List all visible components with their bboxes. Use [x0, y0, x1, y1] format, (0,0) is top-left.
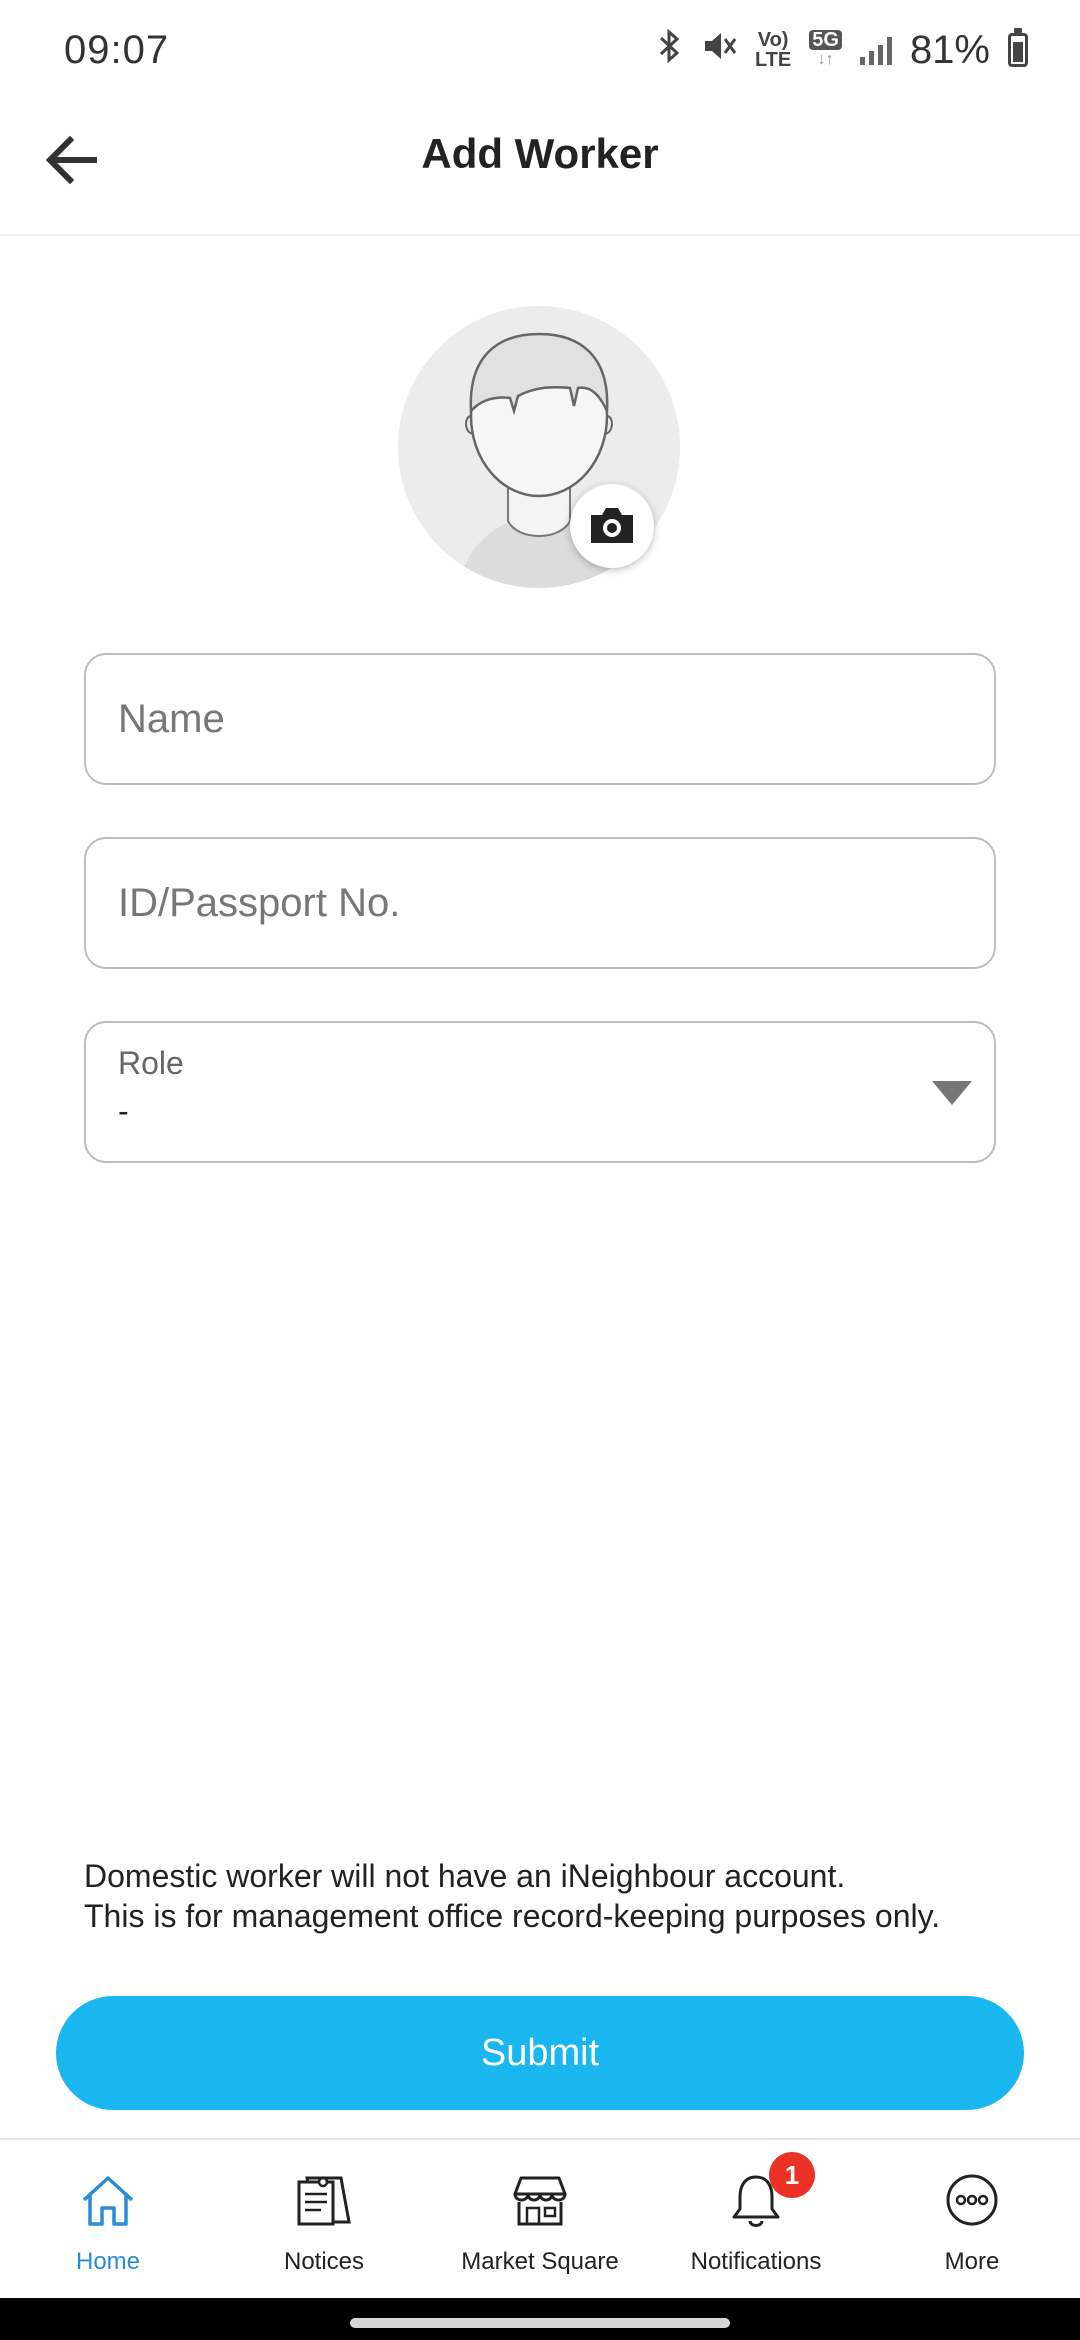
- nav-item-more[interactable]: More: [864, 2140, 1080, 2298]
- info-note-line-1: Domestic worker will not have an iNeighb…: [84, 1858, 846, 1894]
- volte-label-bottom: LTE: [754, 49, 792, 71]
- home-icon: [76, 2168, 140, 2232]
- network-5g-icon: 5G ↓↑: [809, 30, 842, 70]
- app-header: Add Worker: [0, 100, 1080, 236]
- status-time: 09:07: [64, 27, 170, 72]
- avatar-picker[interactable]: [398, 306, 680, 588]
- battery-percent: 81%: [909, 27, 990, 72]
- volte-label-top: Vo): [757, 29, 789, 51]
- battery-icon: [1008, 28, 1028, 67]
- screen: 09:07 Vo) LTE 5G ↓↑ 81% Add Worker Name …: [0, 0, 1080, 2340]
- camera-button[interactable]: [570, 484, 654, 568]
- info-note-line-2: This is for management office record-kee…: [84, 1898, 941, 1934]
- id-passport-field[interactable]: [84, 837, 996, 969]
- status-icons: Vo) LTE 5G ↓↑ 81%: [655, 28, 1028, 73]
- name-field[interactable]: [84, 653, 996, 785]
- more-icon: [940, 2168, 1004, 2232]
- notices-icon: [292, 2168, 356, 2232]
- mute-icon: [701, 29, 737, 72]
- role-value: -: [118, 1093, 129, 1129]
- info-note: Domestic worker will not have an iNeighb…: [84, 1856, 1024, 1936]
- network-label: 5G: [809, 30, 842, 50]
- bottom-nav: Home Notices Market Square 1 Notificatio…: [0, 2138, 1080, 2298]
- home-gesture-bar[interactable]: [350, 2318, 730, 2328]
- nav-label-more: More: [944, 2248, 1000, 2275]
- role-label: Role: [118, 1045, 184, 1081]
- volte-icon: Vo) LTE: [755, 30, 791, 70]
- bluetooth-icon: [655, 28, 683, 72]
- nav-item-notices[interactable]: Notices: [216, 2140, 432, 2298]
- id-passport-input[interactable]: [86, 839, 994, 967]
- data-arrows-icon: ↓↑: [817, 51, 834, 68]
- role-dropdown[interactable]: Role -: [84, 1021, 996, 1163]
- nav-label-notifications: Notifications: [690, 2248, 822, 2275]
- store-icon: [508, 2168, 572, 2232]
- nav-item-market-square[interactable]: Market Square: [432, 2140, 648, 2298]
- signal-icon: [859, 35, 892, 65]
- name-input[interactable]: [86, 655, 994, 783]
- nav-label-market-square: Market Square: [461, 2248, 619, 2275]
- nav-item-notifications[interactable]: 1 Notifications: [648, 2140, 864, 2298]
- page-title: Add Worker: [421, 130, 659, 177]
- submit-button[interactable]: Submit: [56, 1996, 1024, 2110]
- status-bar: 09:07 Vo) LTE 5G ↓↑ 81%: [0, 0, 1080, 100]
- dropdown-arrow-icon: [932, 1081, 972, 1105]
- gesture-area: [0, 2298, 1080, 2340]
- nav-item-home[interactable]: Home: [0, 2140, 216, 2298]
- camera-icon: [591, 508, 633, 543]
- nav-label-notices: Notices: [283, 2248, 365, 2275]
- nav-label-home: Home: [75, 2248, 141, 2275]
- notification-badge: 1: [769, 2152, 815, 2198]
